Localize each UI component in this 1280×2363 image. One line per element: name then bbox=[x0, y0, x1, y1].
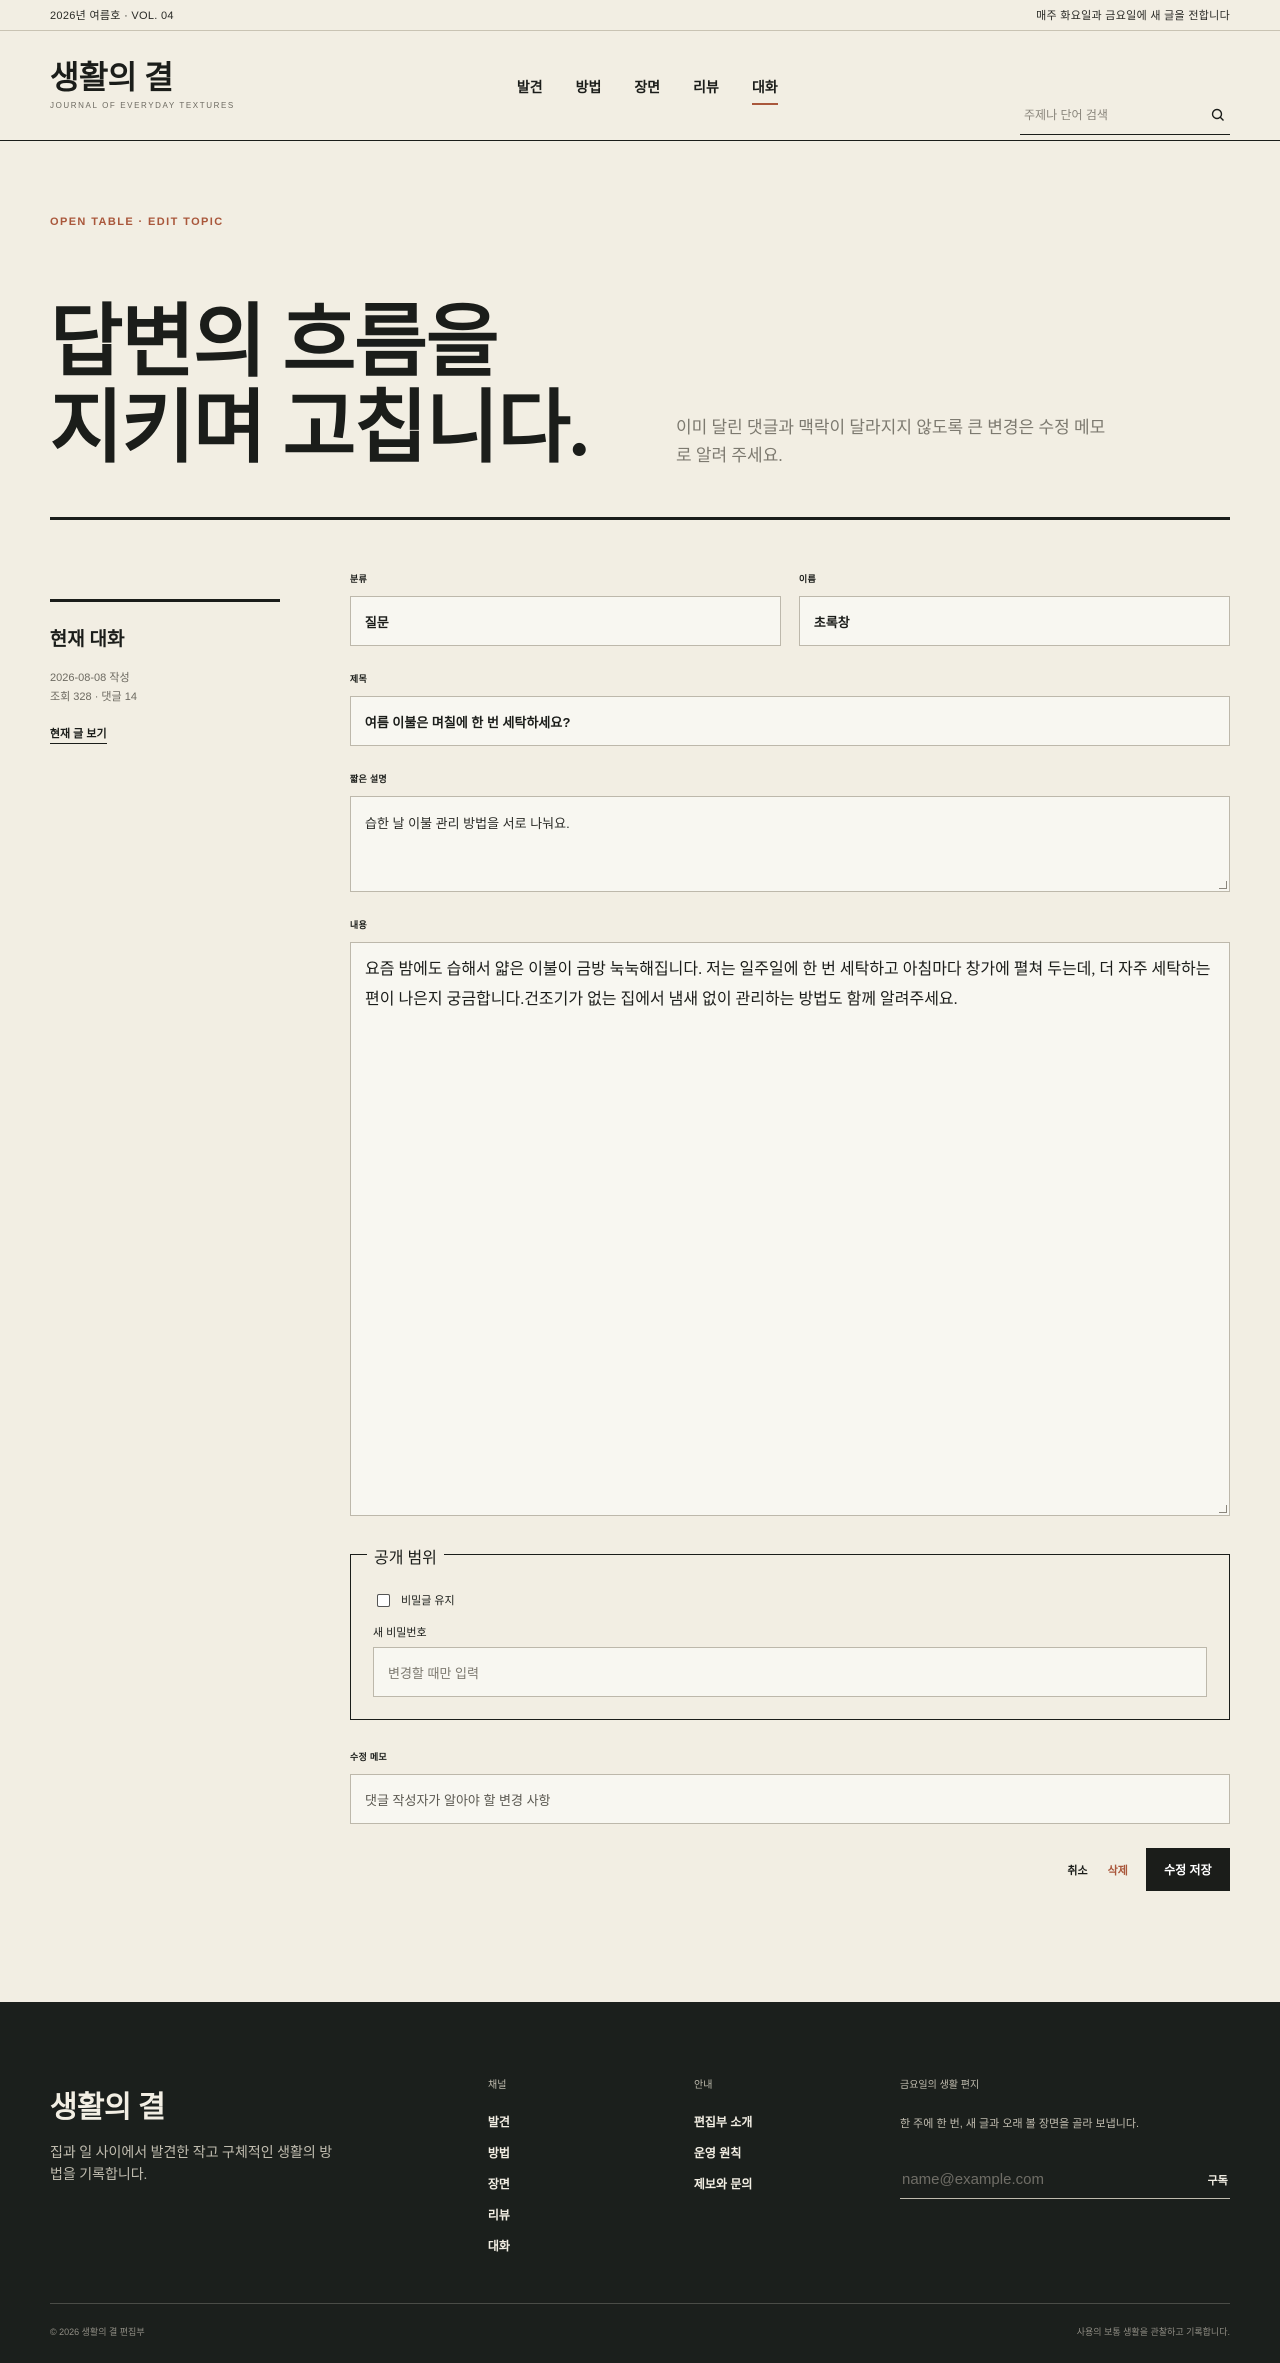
issue-label: 2026년 여름호 · VOL. 04 bbox=[50, 10, 174, 22]
main-nav: 발견 방법 장면 리뷰 대화 bbox=[517, 77, 811, 105]
secret-post-checkbox[interactable]: 비밀글 유지 bbox=[377, 1592, 455, 1608]
search-box bbox=[1020, 95, 1230, 135]
publish-notice: 매주 화요일과 금요일에 새 글을 전합니다 bbox=[1036, 10, 1230, 22]
newsletter-form: name@example.com 구독 bbox=[900, 2161, 1230, 2199]
footer-channel-title: 채널 bbox=[488, 2080, 507, 2091]
newsletter-email-input[interactable]: name@example.com bbox=[902, 2171, 1044, 2188]
site-logo[interactable]: 생활의 결 bbox=[50, 61, 235, 93]
edit-topic-form: 분류 질문 이름 초록창 제목 여름 이불은 며칠에 한 번 세탁하세요? 짧은… bbox=[350, 572, 1230, 1891]
footer-link-conversation[interactable]: 대화 bbox=[488, 2237, 510, 2254]
hero-divider bbox=[50, 517, 1230, 520]
footer-info-title: 안내 bbox=[694, 2080, 713, 2091]
category-label: 분류 bbox=[350, 574, 368, 584]
top-bar: 2026년 여름호 · VOL. 04 매주 화요일과 금요일에 새 글을 전합… bbox=[0, 0, 1280, 31]
footer-link-scene[interactable]: 장면 bbox=[488, 2175, 510, 2192]
title-label: 제목 bbox=[350, 674, 368, 684]
form-actions: 취소 삭제 수정 저장 bbox=[1068, 1848, 1230, 1891]
site-tagline: JOURNAL OF EVERYDAY TEXTURES bbox=[50, 101, 235, 110]
topic-date: 2026-08-08 작성 bbox=[50, 672, 130, 684]
new-password-field[interactable]: 변경할 때만 입력 bbox=[373, 1647, 1207, 1697]
save-button[interactable]: 수정 저장 bbox=[1146, 1848, 1230, 1891]
secret-post-label: 비밀글 유지 bbox=[401, 1595, 455, 1607]
footer-note: 사용의 보통 생활을 관찰하고 기록합니다. bbox=[1076, 2327, 1230, 2337]
search-input[interactable] bbox=[1024, 107, 1194, 122]
nav-item-scene[interactable]: 장면 bbox=[635, 77, 661, 103]
footer-description: 집과 일 사이에서 발견한 작고 구체적인 생활의 방법을 기록합니다. bbox=[50, 2146, 333, 2183]
footer-link-policy[interactable]: 운영 원칙 bbox=[694, 2144, 753, 2161]
footer-link-method[interactable]: 방법 bbox=[488, 2144, 510, 2161]
page-title: 답변의 흐름을 지키며 고칩니다. bbox=[50, 299, 589, 473]
memo-label: 수정 메모 bbox=[350, 1752, 388, 1762]
summary-text: 습한 날 이불 관리 방법을 서로 나눠요. bbox=[365, 816, 570, 831]
cancel-button[interactable]: 취소 bbox=[1068, 1862, 1088, 1878]
page-title-line-1: 답변의 흐름을 bbox=[50, 299, 500, 387]
view-current-post-link[interactable]: 현재 글 보기 bbox=[50, 725, 107, 744]
content-text: 요즘 밤에도 습해서 얇은 이불이 금방 눅눅해집니다. 저는 일주일에 한 번… bbox=[365, 961, 1211, 1008]
copyright: © 2026 생활의 결 편집부 bbox=[50, 2327, 145, 2337]
topic-stats: 조회 328 · 댓글 14 bbox=[50, 691, 137, 703]
brand[interactable]: 생활의 결 JOURNAL OF EVERYDAY TEXTURES bbox=[50, 61, 235, 110]
footer-link-review[interactable]: 리뷰 bbox=[488, 2206, 510, 2223]
footer-link-contact[interactable]: 제보와 문의 bbox=[694, 2175, 753, 2192]
category-select[interactable]: 질문 bbox=[350, 596, 781, 646]
page-eyebrow: OPEN TABLE · EDIT TOPIC bbox=[50, 216, 224, 228]
subscribe-button[interactable]: 구독 bbox=[1208, 2172, 1228, 2188]
title-field[interactable]: 여름 이불은 며칠에 한 번 세탁하세요? bbox=[350, 696, 1230, 746]
footer-divider bbox=[50, 2303, 1230, 2304]
nav-item-method[interactable]: 방법 bbox=[576, 77, 602, 103]
summary-textarea[interactable]: 습한 날 이불 관리 방법을 서로 나눠요. bbox=[350, 796, 1230, 892]
footer-link-about[interactable]: 편집부 소개 bbox=[694, 2113, 753, 2130]
newsletter: 금요일의 생활 편지 한 주에 한 번, 새 글과 오래 볼 장면을 골라 보냅… bbox=[900, 2076, 1230, 2199]
delete-button[interactable]: 삭제 bbox=[1108, 1862, 1128, 1878]
site-footer: 생활의 결 집과 일 사이에서 발견한 작고 구체적인 생활의 방법을 기록합니… bbox=[0, 2002, 1280, 2363]
page-description: 이미 달린 댓글과 맥락이 달라지지 않도록 큰 변경은 수정 메모로 알려 주… bbox=[676, 418, 1106, 465]
footer-link-discover[interactable]: 발견 bbox=[488, 2113, 510, 2130]
footer-info-column: 안내 편집부 소개 운영 원칙 제보와 문의 bbox=[694, 2076, 753, 2206]
newsletter-title: 금요일의 생활 편지 bbox=[900, 2080, 980, 2091]
sidebar-heading: 현재 대화 bbox=[50, 629, 125, 650]
resize-handle[interactable] bbox=[1219, 881, 1227, 889]
nav-item-review[interactable]: 리뷰 bbox=[693, 77, 719, 103]
summary-label: 짧은 설명 bbox=[350, 774, 388, 784]
visibility-legend: 공개 범위 bbox=[367, 1544, 444, 1568]
content-label: 내용 bbox=[350, 920, 368, 930]
newsletter-description: 한 주에 한 번, 새 글과 오래 볼 장면을 골라 보냅니다. bbox=[900, 2118, 1140, 2130]
resize-handle[interactable] bbox=[1219, 1505, 1227, 1513]
search-icon[interactable] bbox=[1210, 107, 1226, 123]
name-label: 이름 bbox=[799, 574, 817, 584]
footer-channel-column: 채널 발견 방법 장면 리뷰 대화 bbox=[488, 2076, 510, 2268]
name-field[interactable]: 초록창 bbox=[799, 596, 1230, 646]
current-topic-sidebar: 현재 대화 2026-08-08 작성 조회 328 · 댓글 14 현재 글 … bbox=[50, 599, 280, 744]
nav-item-conversation[interactable]: 대화 bbox=[752, 77, 778, 105]
visibility-fieldset: 공개 범위 비밀글 유지 새 비밀번호 변경할 때만 입력 bbox=[350, 1544, 1230, 1720]
footer-logo[interactable]: 생활의 결 bbox=[50, 2082, 166, 2126]
page-title-line-2: 지키며 고칩니다. bbox=[50, 385, 589, 473]
nav-item-discover[interactable]: 발견 bbox=[517, 77, 543, 103]
site-header: 생활의 결 JOURNAL OF EVERYDAY TEXTURES 발견 방법… bbox=[0, 31, 1280, 141]
content-textarea[interactable]: 요즘 밤에도 습해서 얇은 이불이 금방 눅눅해집니다. 저는 일주일에 한 번… bbox=[350, 942, 1230, 1516]
checkbox-icon[interactable] bbox=[377, 1593, 390, 1607]
new-password-label: 새 비밀번호 bbox=[373, 1627, 427, 1639]
edit-memo-field[interactable]: 댓글 작성자가 알아야 할 변경 사항 bbox=[350, 1774, 1230, 1824]
